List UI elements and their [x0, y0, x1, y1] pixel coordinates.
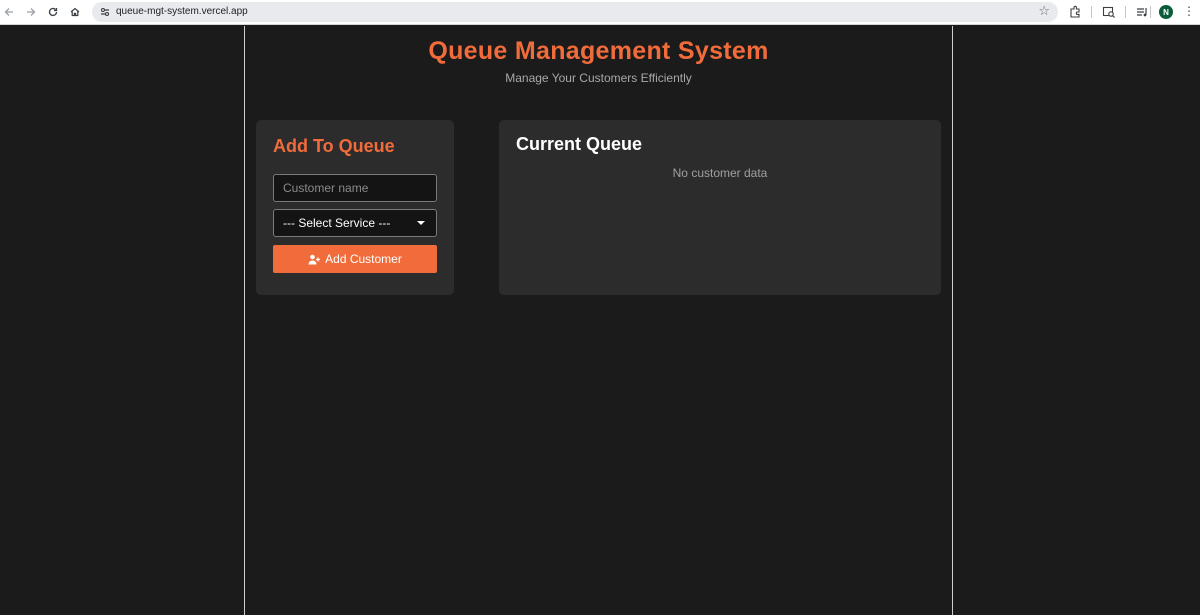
- site-settings-icon[interactable]: [98, 5, 112, 19]
- add-customer-label: Add Customer: [325, 252, 402, 266]
- current-queue-title: Current Queue: [516, 134, 643, 154]
- add-customer-button[interactable]: Add Customer: [273, 245, 437, 273]
- page-title: Queue Management System: [428, 37, 769, 65]
- home-icon[interactable]: [66, 3, 84, 21]
- current-queue-card: Current Queue No customer data: [499, 120, 941, 295]
- browser-toolbar: queue-mgt-system.vercel.app ☆ N ⋮: [0, 0, 1200, 25]
- user-plus-icon: [308, 254, 321, 264]
- service-select-value: --- Select Service ---: [283, 216, 391, 230]
- add-to-queue-title: Add To Queue: [273, 136, 395, 156]
- url-text: queue-mgt-system.vercel.app: [116, 6, 248, 17]
- reload-icon[interactable]: [44, 3, 62, 21]
- page-subtitle: Manage Your Customers Efficiently: [505, 71, 692, 85]
- toolbar-divider: [1150, 6, 1151, 18]
- extensions-icon[interactable]: [1067, 4, 1083, 20]
- bookmark-star-icon[interactable]: ☆: [1038, 3, 1050, 19]
- browser-menu-icon[interactable]: ⋮: [1183, 4, 1195, 18]
- profile-avatar[interactable]: N: [1159, 5, 1173, 19]
- toolbar-divider: [1091, 6, 1092, 18]
- service-select[interactable]: --- Select Service ---: [273, 209, 437, 237]
- toolbar-divider: [1125, 6, 1126, 18]
- customer-name-input[interactable]: [273, 174, 437, 202]
- app-container: Queue Management System Manage Your Cust…: [244, 26, 953, 615]
- forward-icon[interactable]: [22, 3, 40, 21]
- add-to-queue-card: Add To Queue --- Select Service --- Add …: [256, 120, 454, 295]
- media-controls-icon[interactable]: [1134, 4, 1150, 20]
- empty-queue-message: No customer data: [672, 166, 768, 180]
- back-icon[interactable]: [0, 3, 18, 21]
- tab-search-icon[interactable]: [1101, 4, 1117, 20]
- chevron-down-icon: [417, 221, 425, 225]
- address-bar[interactable]: queue-mgt-system.vercel.app ☆: [92, 2, 1058, 22]
